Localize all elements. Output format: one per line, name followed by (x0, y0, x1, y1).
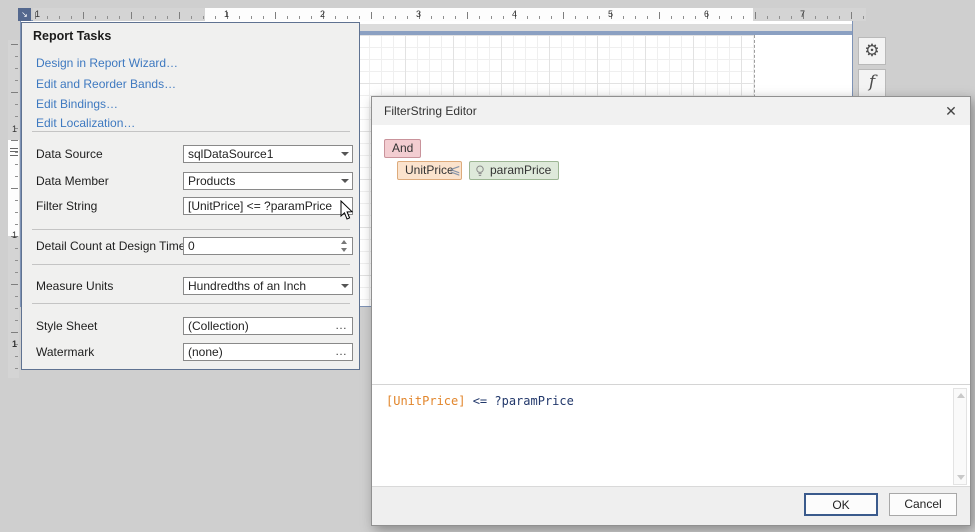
function-icon: f (869, 72, 875, 92)
field-value: (Collection) (188, 318, 249, 334)
separator (32, 229, 350, 230)
link-design-in-report-wizard[interactable]: Design in Report Wizard… (36, 56, 178, 70)
field-label: Style Sheet (36, 319, 186, 333)
ruler-number: 1 (35, 9, 40, 19)
vertical-scrollbar[interactable] (953, 388, 967, 485)
ruler-number: 1 (224, 9, 229, 19)
mouse-cursor (340, 200, 355, 222)
ruler-number: 1 (12, 124, 17, 134)
scroll-down-icon[interactable] (957, 475, 965, 480)
separator (32, 303, 350, 304)
field-label: Watermark (36, 345, 186, 359)
spin-down-icon[interactable] (341, 248, 347, 252)
field-value: Hundredths of an Inch (188, 278, 306, 294)
watermark-editor[interactable]: (none) … (183, 343, 353, 361)
cancel-button[interactable]: Cancel (889, 493, 957, 516)
scripts-function-button[interactable]: f (858, 69, 886, 97)
measure-units-dropdown[interactable]: Hundredths of an Inch (183, 277, 353, 295)
dialog-titlebar[interactable]: FilterString Editor ✕ (372, 97, 970, 125)
expression-text: [UnitPrice] <= ?paramPrice (386, 394, 574, 408)
ruler-corner-button[interactable]: ↘ (18, 8, 31, 21)
field-label: Measure Units (36, 279, 186, 293)
ok-button[interactable]: OK (804, 493, 878, 516)
chevron-down-icon[interactable] (341, 284, 349, 288)
horizontal-ruler: 1 1 2 3 4 5 6 7 (33, 8, 866, 21)
link-edit-localization[interactable]: Edit Localization… (36, 116, 135, 130)
ruler-number: 3 (416, 9, 421, 19)
filter-string-input[interactable]: [UnitPrice] <= ?paramPrice (183, 197, 353, 215)
ruler-number: 7 (800, 9, 805, 19)
vertical-ruler: 1 1 1 (8, 40, 19, 378)
dialog-footer: OK Cancel (372, 486, 970, 525)
field-value: [UnitPrice] <= ?paramPrice (188, 198, 332, 214)
band-position-marker (10, 148, 18, 156)
chevron-down-icon[interactable] (341, 152, 349, 156)
parameter-lightbulb-icon (475, 165, 485, 178)
parameter-name: paramPrice (490, 163, 551, 177)
field-label: Data Member (36, 174, 186, 188)
field-value: (none) (188, 344, 223, 360)
chevron-down-icon[interactable] (341, 179, 349, 183)
ruler-number: 1 (12, 339, 17, 349)
field-value: Products (188, 173, 235, 189)
ellipsis-button[interactable]: … (335, 344, 348, 358)
data-member-dropdown[interactable]: Products (183, 172, 353, 190)
separator (32, 264, 350, 265)
group-operator-chip[interactable]: And (384, 139, 421, 158)
ruler-number: 1 (12, 230, 17, 240)
ruler-number: 2 (320, 9, 325, 19)
ruler-number: 5 (608, 9, 613, 19)
panel-title: Report Tasks (33, 29, 111, 43)
gear-icon: ⚙ (864, 41, 879, 60)
settings-gear-button[interactable]: ⚙ (858, 37, 886, 65)
field-label: Filter String (36, 199, 186, 213)
detail-count-spinner[interactable]: 0 (183, 237, 353, 255)
field-value: sqlDataSource1 (188, 146, 273, 162)
scroll-up-icon[interactable] (957, 393, 965, 398)
ruler-number: 4 (512, 9, 517, 19)
link-edit-bindings[interactable]: Edit Bindings… (36, 97, 118, 111)
field-label: Data Source (36, 147, 186, 161)
ellipsis-button[interactable]: … (335, 318, 348, 332)
expression-rest-token: <= ?paramPrice (465, 394, 573, 408)
field-label: Detail Count at Design Time (36, 239, 186, 253)
field-value: 0 (188, 238, 195, 254)
spin-up-icon[interactable] (341, 240, 347, 244)
filterstring-editor-dialog: FilterString Editor ✕ And UnitPrice ⩽ pa… (371, 96, 971, 526)
expression-field-token: [UnitPrice] (386, 394, 465, 408)
expression-text-area[interactable]: [UnitPrice] <= ?paramPrice (372, 384, 970, 488)
dialog-title: FilterString Editor (384, 104, 477, 118)
style-sheet-editor[interactable]: (Collection) … (183, 317, 353, 335)
link-edit-and-reorder-bands[interactable]: Edit and Reorder Bands… (36, 77, 176, 91)
condition-operator-chip[interactable]: ⩽ (449, 162, 461, 178)
separator (32, 131, 350, 132)
close-icon[interactable]: ✕ (940, 101, 962, 121)
data-source-dropdown[interactable]: sqlDataSource1 (183, 145, 353, 163)
spinner-buttons[interactable] (339, 239, 350, 253)
ruler-number: 6 (704, 9, 709, 19)
condition-parameter-chip[interactable]: paramPrice (469, 161, 559, 180)
ruler-major-ticks (35, 12, 864, 19)
ruler-major-ticks (11, 44, 18, 374)
report-designer: ↘ 1 1 2 3 4 5 6 7 1 1 1 ⚙ f Report Tasks… (0, 0, 975, 532)
report-tasks-panel: Report Tasks Design in Report Wizard… Ed… (21, 22, 360, 370)
